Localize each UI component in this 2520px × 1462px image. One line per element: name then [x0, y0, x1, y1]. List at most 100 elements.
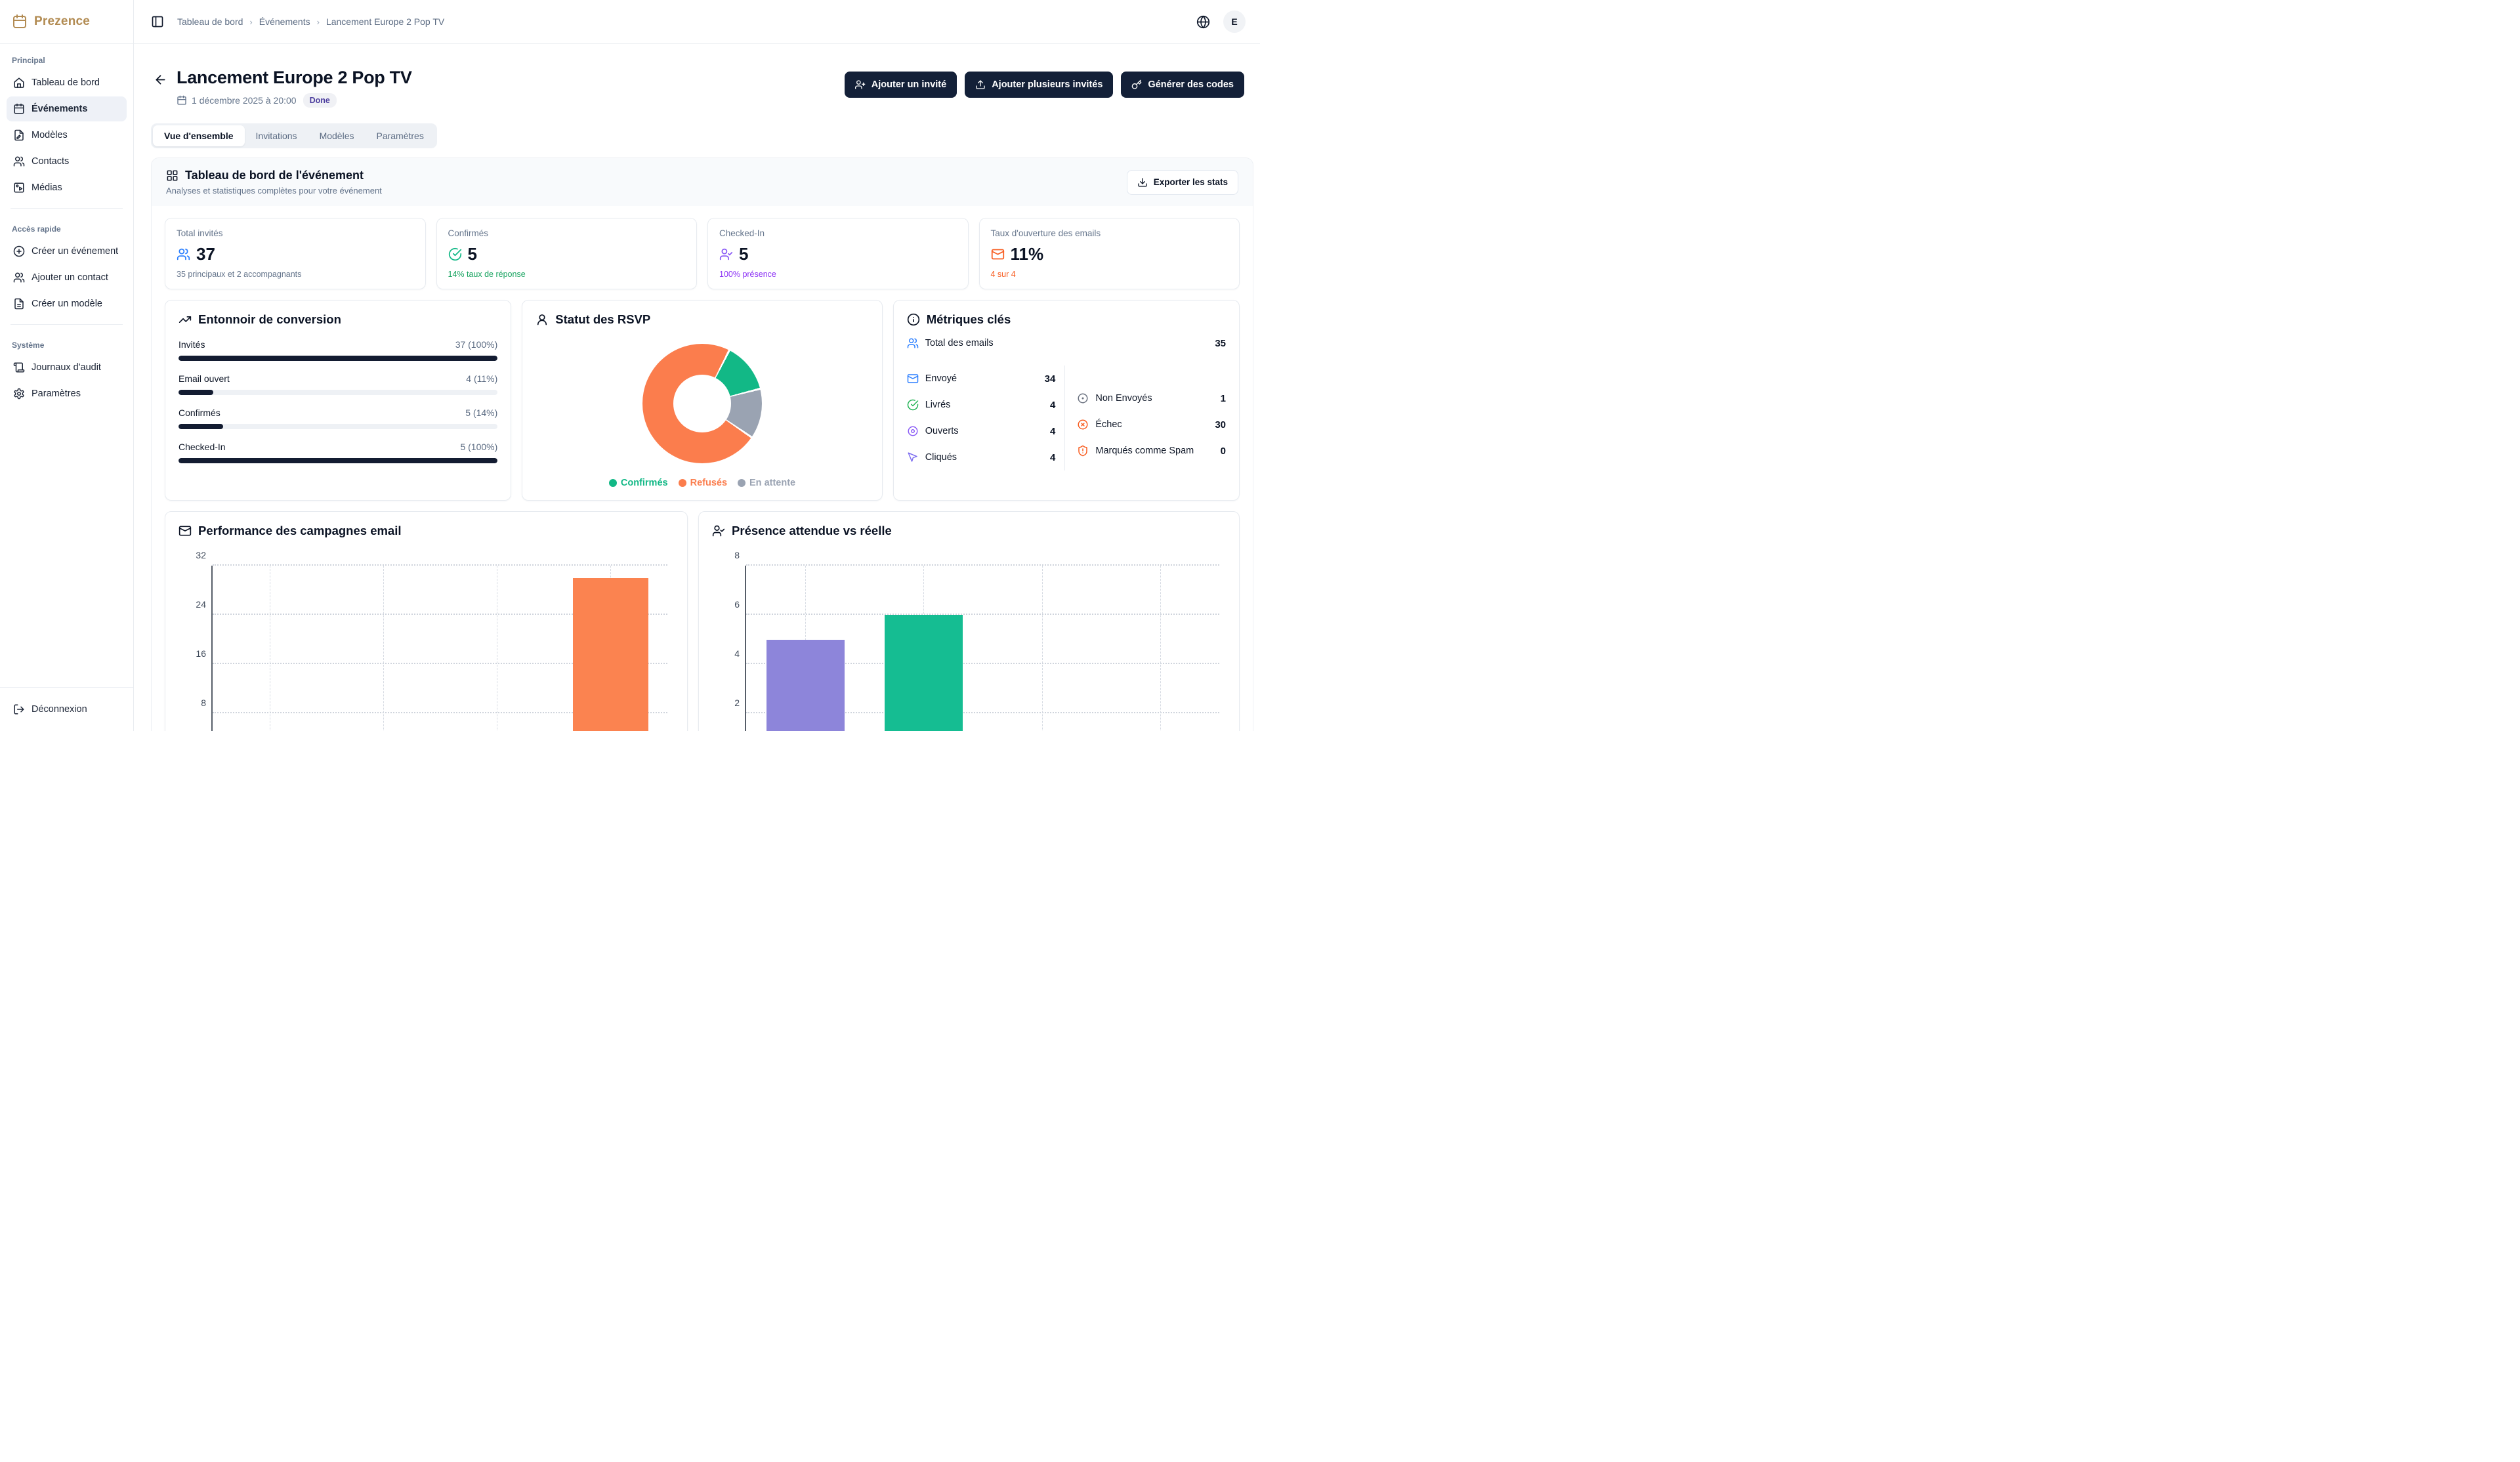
sidebar-item-media[interactable]: Médias: [7, 175, 127, 200]
sidebar-item-dashboard[interactable]: Tableau de bord: [7, 70, 127, 95]
breadcrumb-dashboard[interactable]: Tableau de bord: [177, 16, 243, 27]
mail-icon: [991, 247, 1005, 261]
sidebar-item-templates[interactable]: Modèles: [7, 123, 127, 148]
shield-alert-icon: [1077, 445, 1089, 457]
metric-total-emails: Total des emails 35: [907, 327, 1226, 356]
event-tabs: Vue d'ensemble Invitations Modèles Param…: [151, 123, 437, 148]
breadcrumb-events[interactable]: Événements: [259, 16, 310, 27]
brand-logo: Prezence: [0, 0, 133, 44]
divider: [10, 208, 123, 209]
metric-label: Ouverts: [925, 426, 959, 436]
home-icon: [13, 77, 25, 89]
funnel-label: Confirmés: [178, 407, 220, 418]
export-stats-button[interactable]: Exporter les stats: [1127, 170, 1238, 195]
divider: [10, 324, 123, 325]
gear-icon: [13, 388, 25, 400]
bar-slot: [864, 566, 982, 731]
metric-label: Marqués comme Spam: [1095, 446, 1194, 456]
tab-overview[interactable]: Vue d'ensemble: [153, 125, 245, 146]
bar: [766, 640, 845, 732]
add-multiple-guests-button[interactable]: Ajouter plusieurs invités: [965, 72, 1113, 98]
sidebar-item-label: Ajouter un contact: [32, 272, 108, 283]
sidebar-item-audit-logs[interactable]: Journaux d'audit: [7, 355, 127, 380]
metric-value: 34: [1045, 373, 1056, 385]
main-area: Lancement Europe 2 Pop TV 1 décembre 202…: [134, 44, 1260, 731]
calendar-icon: [177, 95, 187, 106]
sidebar-item-settings[interactable]: Paramètres: [7, 381, 127, 406]
sidebar-item-add-contact[interactable]: Ajouter un contact: [7, 265, 127, 290]
panel-subtitle: Analyses et statistiques complètes pour …: [166, 186, 382, 196]
stat-value: 5: [739, 244, 748, 264]
metric-label: Non Envoyés: [1095, 393, 1152, 404]
trending-up-icon: [178, 313, 192, 326]
generate-codes-button[interactable]: Générer des codes: [1121, 72, 1244, 98]
disc-icon: [907, 425, 919, 437]
rsvp-status-card: Statut des RSVP Confirmés Refusés En att…: [522, 300, 882, 501]
rsvp-legend: Confirmés Refusés En attente: [609, 478, 795, 488]
stat-value: 37: [196, 244, 215, 264]
panel-header: Tableau de bord de l'événement Analyses …: [152, 158, 1253, 206]
progress-fill: [178, 424, 223, 429]
bar-slot: [440, 566, 554, 731]
progress-track: [178, 356, 497, 361]
download-icon: [1137, 177, 1148, 188]
users-icon: [177, 247, 190, 261]
logout-button[interactable]: Déconnexion: [7, 697, 127, 722]
sidebar-item-label: Médias: [32, 182, 62, 193]
stat-value: 5: [468, 244, 477, 264]
sidebar-item-label: Tableau de bord: [32, 77, 100, 88]
export-stats-label: Exporter les stats: [1154, 177, 1228, 187]
progress-fill: [178, 390, 213, 395]
y-axis-tick-label: 6: [713, 599, 740, 610]
language-button[interactable]: [1194, 12, 1213, 31]
sidebar-item-create-template[interactable]: Créer un modèle: [7, 291, 127, 316]
user-avatar[interactable]: E: [1223, 10, 1246, 33]
email-campaign-chart-card: Performance des campagnes email 08162432: [165, 511, 688, 731]
breadcrumb-separator: ›: [249, 17, 252, 27]
metric-value: 35: [1215, 338, 1226, 349]
legend-label-pending: En attente: [749, 478, 795, 488]
sidebar-toggle-button[interactable]: [148, 12, 167, 31]
cursor-icon: [907, 451, 919, 463]
bar-slot: [554, 566, 667, 731]
metric-label: Cliqués: [925, 452, 957, 463]
sidebar-item-create-event[interactable]: Créer un événement: [7, 239, 127, 264]
bar-slot: [746, 566, 864, 731]
metric-label: Livrés: [925, 400, 951, 410]
sidebar-item-label: Créer un événement: [32, 246, 118, 257]
metric-failed: Échec 30: [1077, 411, 1226, 438]
upload-icon: [975, 79, 986, 90]
stat-label: Taux d'ouverture des emails: [991, 228, 1228, 238]
sidebar-item-contacts[interactable]: Contacts: [7, 149, 127, 174]
funnel-value: 5 (14%): [465, 407, 497, 418]
mail-icon: [178, 524, 192, 537]
status-badge: Done: [303, 93, 337, 108]
attendance-bar-chart: 02468: [745, 566, 1219, 731]
topbar: Tableau de bord › Événements › Lancement…: [134, 0, 1260, 44]
metrics-title: Métriques clés: [927, 312, 1011, 327]
funnel-row-confirmed: Confirmés 5 (14%): [178, 407, 497, 429]
generate-codes-label: Générer des codes: [1148, 79, 1234, 90]
funnel-title: Entonnoir de conversion: [198, 312, 341, 327]
add-guest-button[interactable]: Ajouter un invité: [845, 72, 957, 98]
metric-delivered: Livrés 4: [907, 392, 1056, 418]
user-icon: [536, 313, 549, 326]
progress-fill: [178, 458, 497, 463]
attendance-chart-title: Présence attendue vs réelle: [732, 524, 892, 538]
bar-slot: [983, 566, 1101, 731]
tab-settings[interactable]: Paramètres: [365, 125, 434, 146]
metric-value: 1: [1221, 393, 1226, 404]
circle-dot-icon: [1077, 392, 1089, 404]
globe-icon: [1196, 15, 1210, 29]
tab-invitations[interactable]: Invitations: [245, 125, 308, 146]
y-axis-tick-label: 4: [713, 648, 740, 659]
sidebar-nav: Principal Tableau de bord Événements Mod…: [0, 44, 133, 687]
back-button[interactable]: [154, 73, 167, 87]
panel-title: Tableau de bord de l'événement: [185, 169, 364, 182]
scroll-icon: [13, 362, 25, 373]
sidebar-item-events[interactable]: Événements: [7, 96, 127, 121]
metric-value: 4: [1050, 452, 1055, 463]
metric-value: 4: [1050, 400, 1055, 411]
tab-templates[interactable]: Modèles: [308, 125, 366, 146]
app-window: Prezence Principal Tableau de bord Événe…: [0, 0, 1260, 731]
